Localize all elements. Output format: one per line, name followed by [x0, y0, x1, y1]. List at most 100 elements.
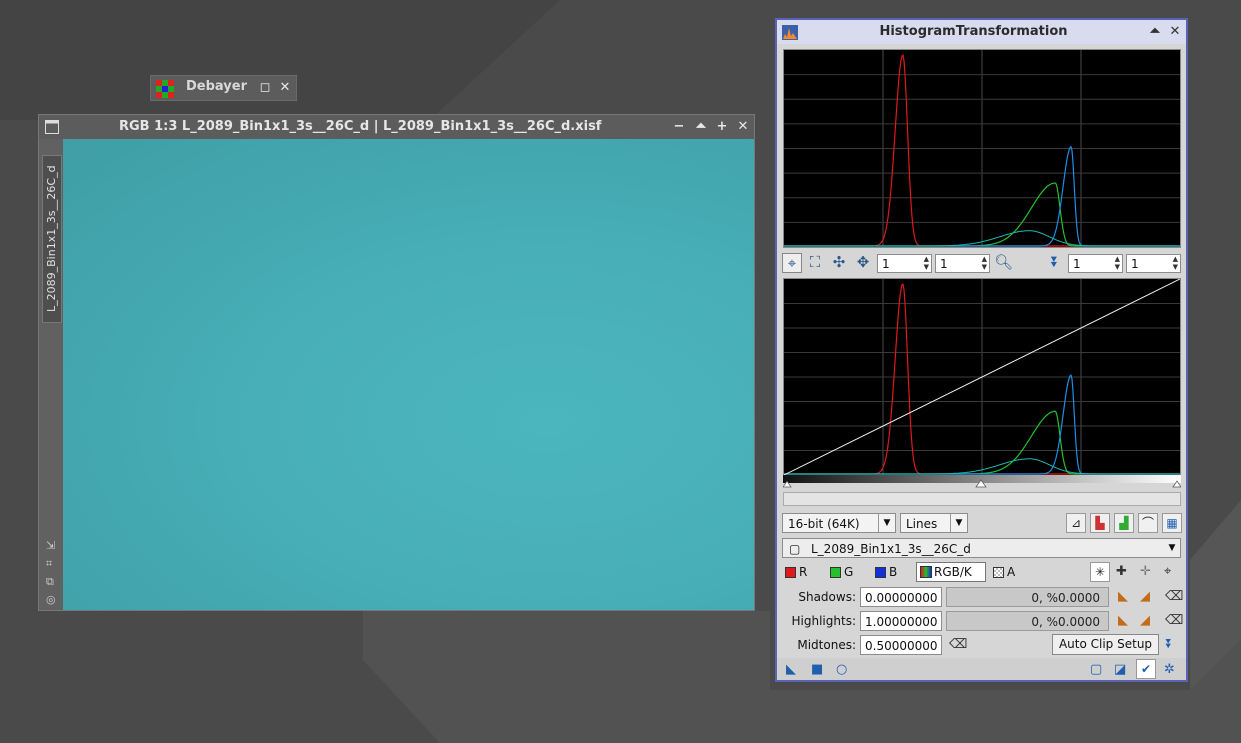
cross-cursor-icon[interactable]: ✳ [1090, 562, 1110, 582]
close-icon[interactable]: ✕ [1168, 25, 1182, 39]
auto-clip-highlights-icon[interactable]: ◣ [1118, 614, 1128, 628]
vertical-zoom-value-2: 1 [1131, 257, 1139, 271]
view-select[interactable]: ▢ L_2089_Bin1x1_3s__26C_d ▼ [782, 538, 1181, 558]
resolution-select[interactable]: 16-bit (64K) ▼ [782, 513, 896, 533]
shadows-clip-readout: 0, %0.0000 [946, 587, 1109, 607]
image-window-titlebar[interactable]: RGB 1:3 L_2089_Bin1x1_3s__26C_d | L_2089… [39, 115, 754, 139]
zoom-out-icon[interactable]: ⛶ [806, 253, 824, 271]
edit-mode-icon[interactable]: ⌖ [782, 253, 802, 273]
reject-clipped-icon[interactable]: ⊿ [1066, 513, 1086, 533]
horizontal-zoom-spinner-2[interactable]: 1 ▲ ▼ [1068, 254, 1123, 273]
midtones-input[interactable]: 0.50000000 [860, 635, 942, 655]
curve-icon[interactable]: ⌒ [1138, 513, 1158, 533]
zoom-fit-icon[interactable]: ⌗ [46, 557, 52, 571]
green-channel-swatch[interactable] [830, 567, 841, 578]
apply-checkmark-icon[interactable]: ✔ [1136, 659, 1156, 679]
reset-highlights-icon[interactable]: ⌫ [1165, 614, 1183, 628]
debayer-icon-window[interactable]: Debayer ◻ ✕ [150, 75, 297, 101]
process-control-bar: ◣ ■ ○ ▢ ◪ ✔ ✲ [777, 658, 1186, 680]
clipping-slider[interactable] [783, 475, 1181, 489]
close-icon[interactable]: ✕ [736, 120, 750, 134]
expand-arrow-icon[interactable]: ⏬︎ [1166, 638, 1173, 652]
image-window-title: RGB 1:3 L_2089_Bin1x1_3s__26C_d | L_2089… [119, 119, 602, 134]
target-icon[interactable]: ◎ [46, 593, 56, 606]
close-icon[interactable]: ✕ [278, 81, 292, 95]
view-tab-label: L_2089_Bin1x1_3s__26C_d [45, 165, 58, 312]
highlights-label: Highlights: [791, 614, 856, 628]
shadows-clip-value: 0, %0.0000 [1031, 591, 1100, 605]
histogram-icon[interactable]: ▙ [1090, 513, 1110, 533]
midtones-value: 0.50000000 [865, 639, 938, 653]
reset-icon[interactable]: ◪ [1114, 663, 1126, 677]
blue-channel-swatch[interactable] [875, 567, 886, 578]
rgbk-channel-button[interactable]: RGB/K [916, 562, 986, 582]
clone-view-icon[interactable]: ⧉ [46, 575, 54, 589]
image-window[interactable]: RGB 1:3 L_2089_Bin1x1_3s__26C_d | L_2089… [38, 114, 755, 611]
zoom-icon[interactable]: 🔍︎ [994, 253, 1013, 271]
vertical-zoom-spinner-2[interactable]: 1 ▲ ▼ [1126, 254, 1181, 273]
auto-clip-shadows-all-icon[interactable]: ◢ [1140, 590, 1150, 604]
restore-icon[interactable]: ◻ [258, 81, 272, 95]
debayer-icon [156, 80, 174, 98]
readout-icon[interactable]: ✚ [1116, 565, 1127, 579]
alpha-channel-label[interactable]: A [1007, 565, 1015, 579]
rgb-histogram-icon[interactable]: ▟ [1114, 513, 1134, 533]
spin-arrows[interactable]: ▲ ▼ [1115, 255, 1120, 271]
horizontal-zoom-spinner[interactable]: 1 ▲ ▼ [877, 254, 932, 273]
fit-view-icon[interactable]: ⇲ [46, 539, 55, 552]
readout-alt-icon[interactable]: ✛ [1140, 565, 1151, 579]
resolution-value: 16-bit (64K) [788, 517, 860, 531]
highlights-clip-value: 0, %0.0000 [1031, 615, 1100, 629]
shadows-value: 0.00000000 [865, 591, 938, 605]
midtones-label: Midtones: [797, 638, 856, 652]
red-channel-swatch[interactable] [785, 567, 796, 578]
image-canvas[interactable] [63, 139, 754, 610]
real-time-preview-icon[interactable]: ○ [836, 663, 847, 677]
view-window-icon: ▢ [789, 542, 801, 556]
crosshair-icon[interactable]: ⌖ [1164, 565, 1171, 579]
shade-icon[interactable]: ⏶ [694, 120, 708, 134]
desktop-workspace: Debayer ◻ ✕ RGB 1:3 L_2089_Bin1x1_3s__26… [0, 0, 1241, 743]
view-select-value: L_2089_Bin1x1_3s__26C_d [811, 542, 971, 556]
horizontal-zoom-value: 1 [882, 257, 890, 271]
new-instance-icon[interactable]: ◣ [786, 663, 796, 677]
highlights-value: 1.00000000 [865, 615, 938, 629]
auto-clip-setup-button[interactable]: Auto Clip Setup [1052, 634, 1159, 655]
input-histogram[interactable] [783, 278, 1181, 476]
debayer-title: Debayer [186, 79, 247, 94]
auto-clip-highlights-all-icon[interactable]: ◢ [1140, 614, 1150, 628]
maximize-icon[interactable]: + [715, 120, 729, 134]
vertical-zoom-spinner[interactable]: 1 ▲ ▼ [935, 254, 990, 273]
grid-icon[interactable]: ▦ [1162, 513, 1182, 533]
graph-style-select[interactable]: Lines ▼ [900, 513, 968, 533]
pan-icon[interactable]: ✥ [854, 253, 872, 271]
histogram-titlebar[interactable]: HistogramTransformation ⏶ ✕ [777, 20, 1186, 44]
spin-arrows[interactable]: ▲ ▼ [982, 255, 987, 271]
auto-clip-shadows-icon[interactable]: ◣ [1118, 590, 1128, 604]
graph-style-value: Lines [906, 517, 938, 531]
apply-global-icon[interactable]: ■ [811, 663, 823, 677]
red-channel-label[interactable]: R [799, 565, 807, 579]
reset-shadows-icon[interactable]: ⌫ [1165, 590, 1183, 604]
shadows-label: Shadows: [798, 590, 856, 604]
fit-icon[interactable]: ✣ [830, 253, 848, 271]
blue-channel-label[interactable]: B [889, 565, 897, 579]
shadows-input[interactable]: 0.00000000 [860, 587, 942, 607]
minimize-icon[interactable]: − [672, 120, 686, 134]
alpha-channel-swatch[interactable] [993, 567, 1004, 578]
highlights-input[interactable]: 1.00000000 [860, 611, 942, 631]
view-tab[interactable]: L_2089_Bin1x1_3s__26C_d [42, 155, 62, 323]
rgbk-swatch [920, 566, 932, 578]
output-histogram[interactable] [783, 49, 1181, 248]
spin-arrows[interactable]: ▲ ▼ [1173, 255, 1178, 271]
collapse-arrow-icon[interactable]: ⏬︎ [1046, 253, 1064, 271]
spin-arrows[interactable]: ▲ ▼ [924, 255, 929, 271]
window-icon [45, 120, 59, 134]
reset-midtones-icon[interactable]: ⌫ [949, 638, 967, 652]
green-channel-label[interactable]: G [844, 565, 853, 579]
chevron-down-icon: ▼ [950, 514, 967, 532]
histogram-transformation-window[interactable]: HistogramTransformation ⏶ ✕ ⌖ ⛶ ✣ ✥ 1 ▲ ▼… [775, 18, 1188, 682]
browse-documentation-icon[interactable]: ▢ [1090, 663, 1102, 677]
cancel-icon[interactable]: ✲ [1164, 663, 1175, 677]
shade-icon[interactable]: ⏶ [1148, 25, 1162, 39]
